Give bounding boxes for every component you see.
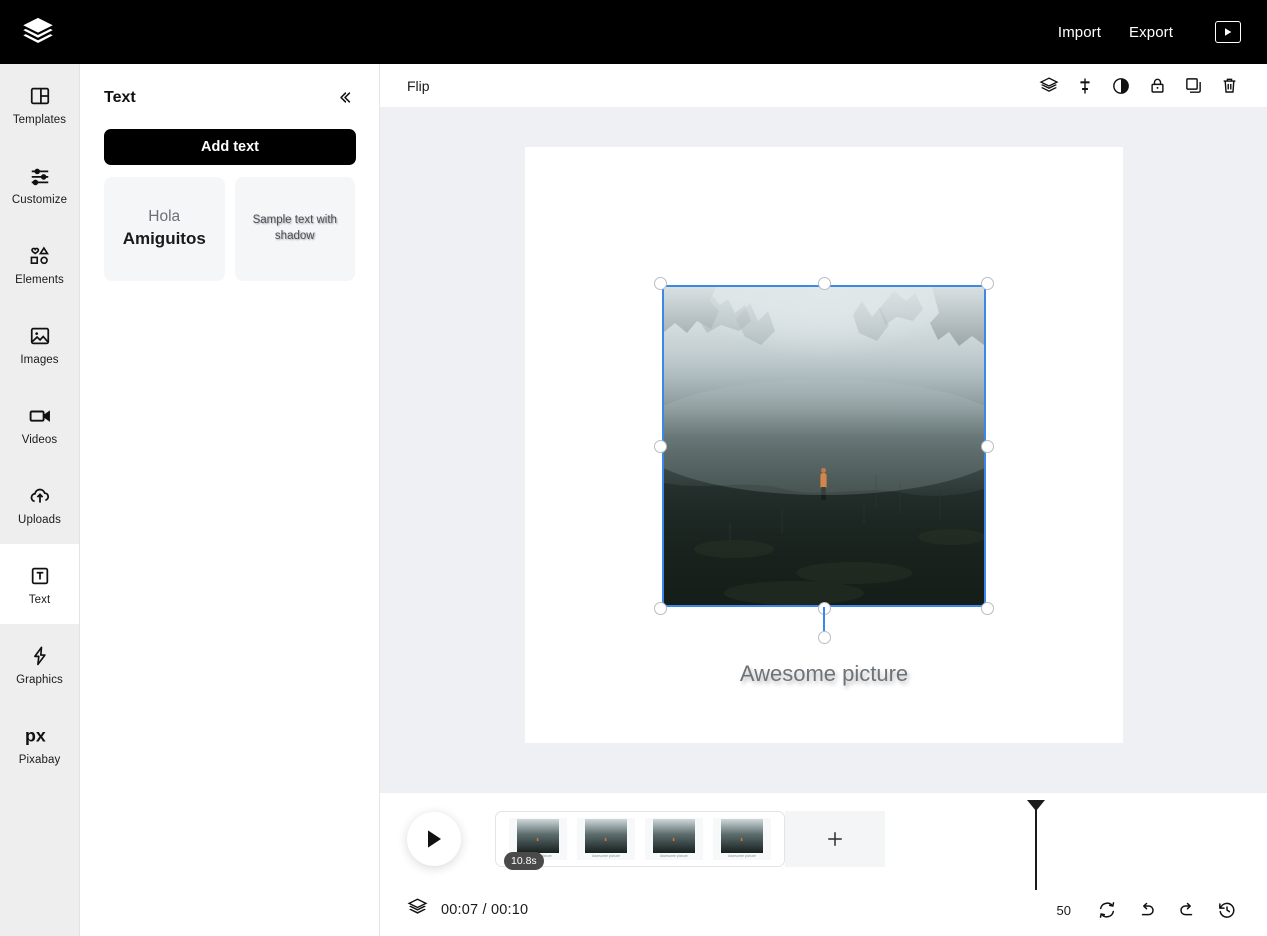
duplicate-icon[interactable]	[1175, 71, 1211, 101]
page-title: Text	[104, 88, 136, 106]
editor-area: Flip Awesome picture picture Awesome pic…	[380, 64, 1267, 936]
sidebar-item-label: Images	[20, 353, 59, 366]
video-editor-app: Import Export Templates Customize Elemen…	[0, 0, 1267, 936]
text-preset-card[interactable]: Sample text with shadow	[234, 177, 355, 281]
sidebar-item-uploads[interactable]: Uploads	[0, 464, 79, 544]
canvas-caption-text[interactable]: Awesome picture	[525, 661, 1123, 687]
context-toolbar: Flip	[380, 64, 1267, 108]
sidebar-item-videos[interactable]: Videos	[0, 384, 79, 464]
time-display: 00:07 / 00:10	[441, 902, 529, 918]
clip-thumbnail	[585, 818, 627, 853]
status-bar: 00:07 / 00:10 50	[380, 884, 1267, 936]
clip-group: Awesome picture Awesome picture	[495, 810, 785, 870]
import-button[interactable]: Import	[1044, 18, 1115, 47]
timeline-clip[interactable]: Awesome picture	[577, 817, 635, 860]
add-clip-button[interactable]	[785, 810, 885, 867]
panel-header: Text	[104, 86, 355, 109]
history-icon[interactable]	[1207, 894, 1247, 926]
sidebar-item-label: Pixabay	[18, 753, 61, 766]
clip-thumbnail	[721, 818, 763, 853]
preview-play-button[interactable]	[1215, 21, 1241, 43]
resize-handle-bottom-right[interactable]	[981, 602, 994, 615]
sidebar-item-pixabay[interactable]: px Pixabay	[0, 704, 79, 784]
flip-label[interactable]: Flip	[407, 78, 430, 94]
shapes-icon	[28, 243, 51, 269]
sidebar-item-label: Elements	[15, 273, 64, 286]
sidebar-item-label: Graphics	[16, 673, 63, 686]
undo-icon[interactable]	[1127, 894, 1167, 926]
editor-body: Templates Customize Elements Images Vide…	[0, 64, 1267, 936]
align-icon[interactable]	[1067, 71, 1103, 101]
canvas-stage[interactable]: Awesome picture	[380, 108, 1267, 792]
selected-photo-object[interactable]	[654, 277, 994, 644]
trash-icon[interactable]	[1211, 71, 1247, 101]
redo-icon[interactable]	[1167, 894, 1207, 926]
canvas-page[interactable]: Awesome picture	[525, 147, 1123, 743]
sidebar-item-elements[interactable]: Elements	[0, 224, 79, 304]
play-button[interactable]	[407, 811, 461, 866]
cloud-upload-icon	[28, 483, 52, 509]
clip-caption: Awesome picture	[592, 854, 620, 859]
sidebar-item-label: Customize	[11, 193, 68, 206]
sliders-icon	[29, 163, 51, 189]
resize-handle-top-center[interactable]	[817, 277, 831, 290]
clip-caption: Awesome picture	[728, 854, 756, 859]
left-sidebar: Templates Customize Elements Images Vide…	[0, 64, 80, 936]
status-left-group: 00:07 / 00:10	[407, 897, 528, 923]
clip-thumbnail	[653, 818, 695, 853]
top-bar: Import Export	[0, 0, 1267, 64]
zoom-level-value[interactable]: 50	[1057, 903, 1071, 918]
layers-stack-logo-icon[interactable]	[18, 12, 58, 52]
sidebar-item-label: Videos	[21, 433, 58, 446]
templates-layout-icon	[29, 83, 51, 109]
export-button[interactable]: Export	[1115, 18, 1187, 47]
image-icon	[29, 323, 51, 349]
timeline-bar: Awesome picture Awesome picture	[380, 792, 1267, 890]
lightning-bolt-icon	[29, 643, 51, 669]
contrast-icon[interactable]	[1103, 71, 1139, 101]
text-preset-card[interactable]: Hola Amiguitos	[104, 177, 225, 281]
resize-handle-middle-left[interactable]	[654, 439, 667, 453]
playhead[interactable]	[1027, 800, 1045, 890]
sidebar-item-label: Templates	[12, 113, 67, 126]
add-text-button[interactable]: Add text	[104, 129, 356, 165]
layers-icon[interactable]	[407, 897, 428, 923]
sidebar-item-text[interactable]: Text	[0, 544, 79, 624]
preset-line-1: Hola	[148, 208, 181, 226]
preset-line-1: Sample text with shadow	[252, 214, 337, 242]
clip-thumbnail	[517, 818, 559, 853]
timeline-clip[interactable]: Awesome picture	[713, 817, 771, 860]
double-chevron-left-icon[interactable]	[332, 86, 355, 109]
preset-line-2: Amiguitos	[122, 229, 206, 249]
pixabay-px-icon: px	[25, 723, 55, 749]
photo-frame[interactable]	[662, 285, 986, 607]
resize-handle-middle-right[interactable]	[981, 439, 994, 453]
rotate-handle[interactable]	[817, 631, 831, 644]
text-box-t-icon	[29, 563, 51, 589]
foggy-forest-photo	[664, 287, 984, 605]
text-panel: Text Add text Hola Amiguitos Sample text…	[80, 64, 380, 936]
sidebar-item-customize[interactable]: Customize	[0, 144, 79, 224]
resize-handle-top-left[interactable]	[654, 277, 667, 290]
resize-handle-top-right[interactable]	[981, 277, 994, 290]
text-preset-grid: Hola Amiguitos Sample text with shadow	[104, 177, 355, 281]
layers-icon[interactable]	[1031, 71, 1067, 101]
clip-duration-badge: 10.8s	[504, 851, 544, 870]
sidebar-item-label: Uploads	[18, 513, 61, 526]
clip-caption: Awesome picture	[660, 854, 688, 859]
video-camera-icon	[28, 403, 52, 429]
sidebar-item-images[interactable]: Images	[0, 304, 79, 384]
lock-icon[interactable]	[1139, 71, 1175, 101]
sidebar-item-templates[interactable]: Templates	[0, 64, 79, 144]
svg-text:px: px	[25, 725, 46, 745]
timeline-clip[interactable]: Awesome picture	[645, 817, 703, 860]
sidebar-item-graphics[interactable]: Graphics	[0, 624, 79, 704]
loop-icon[interactable]	[1087, 894, 1127, 926]
sidebar-item-label: Text	[28, 593, 51, 606]
resize-handle-bottom-left[interactable]	[654, 602, 667, 615]
